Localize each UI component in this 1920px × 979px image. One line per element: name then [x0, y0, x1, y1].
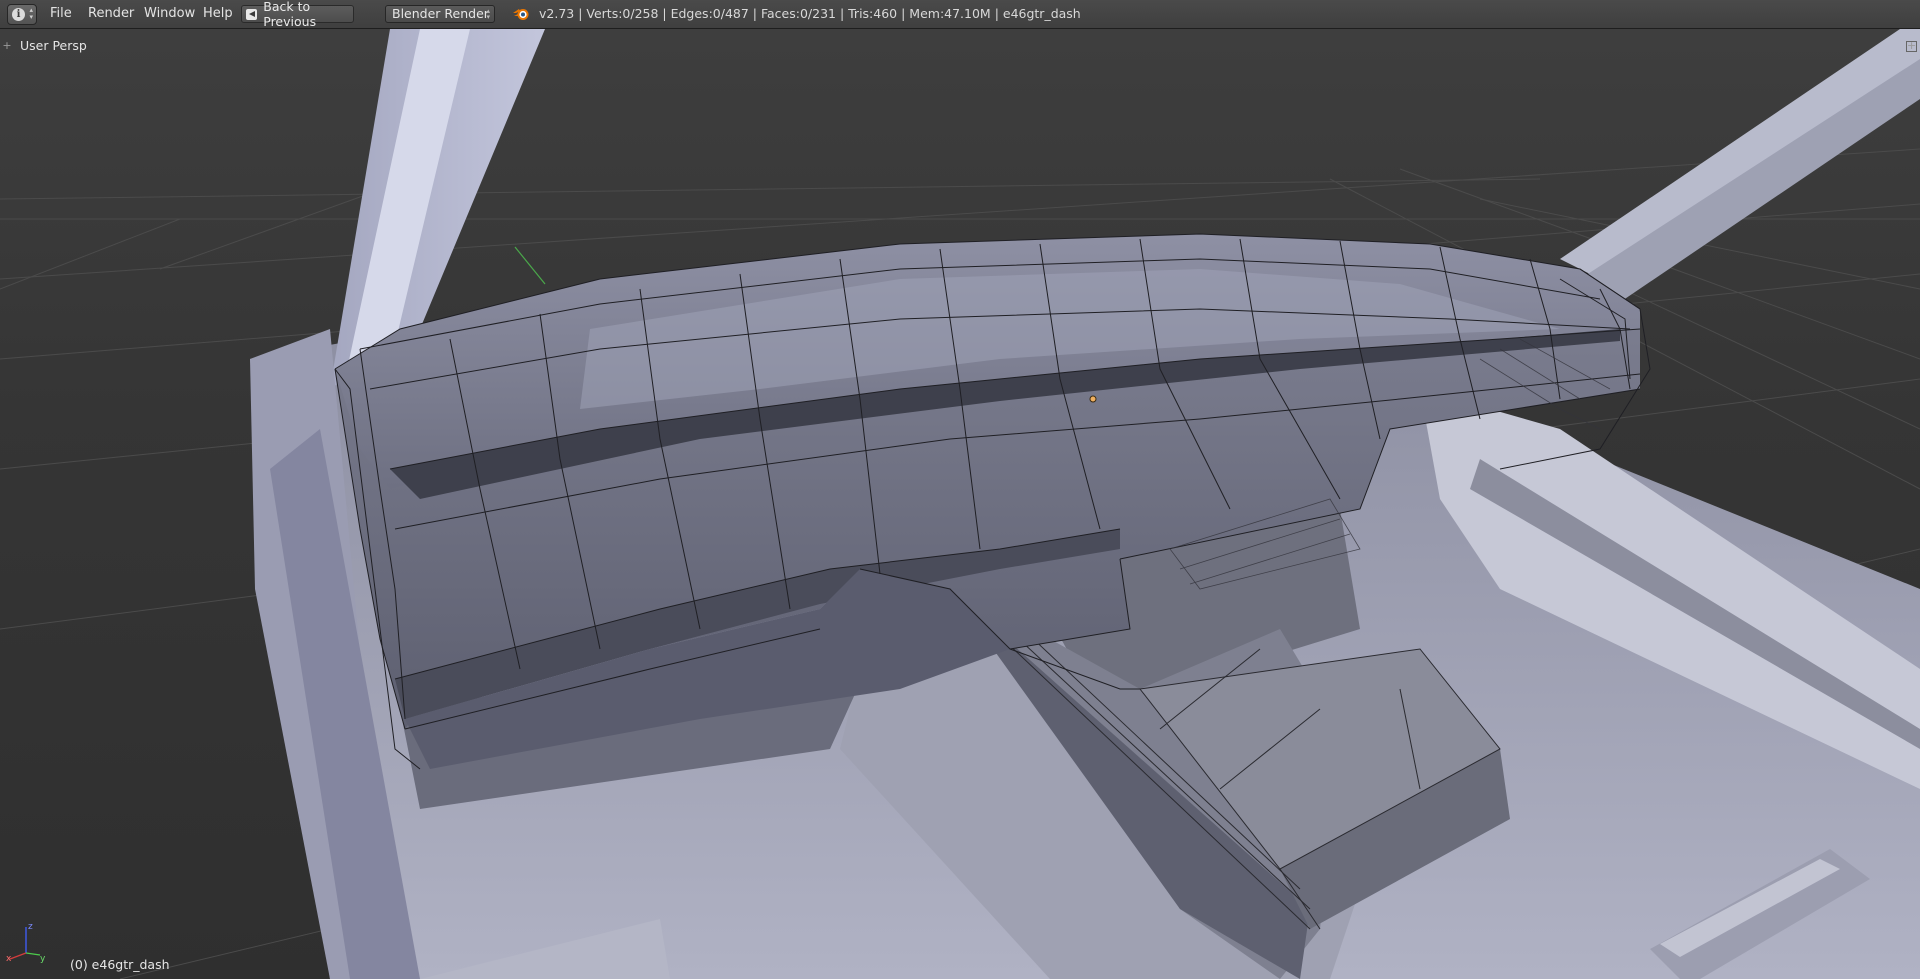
- info-header: i ▴ ▾ File Render Window Help Back to Pre…: [0, 0, 1920, 29]
- back-arrow-icon: [246, 8, 258, 20]
- menu-render[interactable]: Render: [88, 0, 134, 28]
- editor-type-selector[interactable]: i ▴ ▾: [7, 4, 37, 25]
- y-axis-label: y: [40, 954, 46, 963]
- object-origin-dot: [1089, 395, 1097, 403]
- axis-orientation-gizmo: z x y: [6, 922, 46, 963]
- world-y-axis-line: [514, 246, 546, 285]
- select-arrows-icon: ▴ ▾: [486, 7, 490, 21]
- up-down-arrows-icon: ▴ ▾: [29, 6, 33, 21]
- view-projection-label: User Persp: [20, 38, 87, 53]
- active-object-label: (0) e46gtr_dash: [70, 957, 170, 972]
- back-to-previous-label: Back to Previous: [263, 0, 317, 29]
- render-engine-value: Blender Render: [392, 6, 489, 21]
- 3d-viewport[interactable]: + + User Persp z x y (0) e46gtr_dash: [0, 29, 1920, 979]
- back-to-previous-button[interactable]: Back to Previous: [241, 0, 354, 29]
- right-a-pillar-inner: [1580, 59, 1920, 309]
- area-split-corner-topright[interactable]: +: [1906, 40, 1917, 52]
- menu-window[interactable]: Window: [144, 0, 195, 28]
- menu-help[interactable]: Help: [203, 0, 233, 28]
- scene-render[interactable]: [0, 29, 1920, 979]
- z-axis-label: z: [28, 922, 33, 932]
- render-engine-select[interactable]: Blender Render ▴ ▾: [385, 5, 495, 23]
- blender-logo-icon: [513, 9, 529, 20]
- menu-file[interactable]: File: [50, 0, 72, 28]
- scene-statistics: v2.73 | Verts:0/258 | Edges:0/487 | Face…: [539, 6, 1081, 21]
- x-axis-label: x: [6, 954, 12, 963]
- area-split-corner-topleft[interactable]: +: [2, 40, 12, 51]
- info-icon: i: [12, 8, 25, 21]
- right-a-pillar: [1560, 29, 1920, 289]
